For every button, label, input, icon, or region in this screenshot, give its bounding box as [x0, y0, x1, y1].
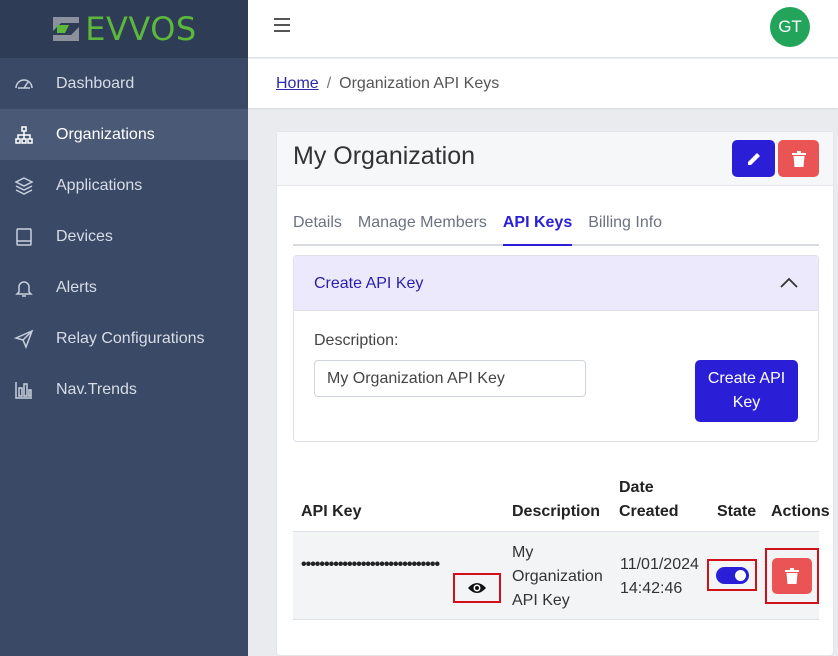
eye-icon: [468, 583, 486, 593]
table-header: API Key Description Date Created State A…: [293, 474, 835, 531]
column-header-date-created: Date Created: [619, 479, 679, 520]
sidebar-item-applications[interactable]: Applications: [0, 160, 248, 211]
tab-api-keys[interactable]: API Keys: [502, 214, 573, 246]
hierarchy-icon: [14, 125, 34, 145]
panel-title: Create API Key: [314, 275, 424, 292]
delete-key-button-wrapper: [765, 548, 819, 604]
send-icon: [14, 329, 34, 349]
edit-organization-button[interactable]: [732, 140, 775, 177]
row-time: 14:42:46: [620, 580, 683, 597]
breadcrumb-separator: /: [326, 75, 332, 92]
sidebar-item-relay-configurations[interactable]: Relay Configurations: [0, 313, 248, 364]
page-title: My Organization: [293, 142, 476, 170]
brand-name: EVVOS: [85, 10, 197, 48]
avatar-initials: GT: [778, 17, 802, 36]
sidebar-item-alerts[interactable]: Alerts: [0, 262, 248, 313]
breadcrumb-current: Organization API Keys: [339, 75, 500, 92]
sidebar-item-dashboard[interactable]: Dashboard: [0, 58, 248, 109]
sidebar-item-nav-trends[interactable]: Nav.Trends: [0, 364, 248, 415]
menu-toggle-icon[interactable]: [274, 18, 290, 34]
masked-api-key: ••••••••••••••••••••••••••••••: [301, 556, 440, 573]
tablet-icon: [14, 227, 34, 247]
delete-api-key-button[interactable]: [772, 558, 812, 594]
key-state-toggle[interactable]: [707, 559, 757, 591]
bell-icon: [14, 278, 34, 298]
brand-logo[interactable]: EVVOS: [51, 10, 196, 48]
sidebar-item-label: Relay Configurations: [56, 329, 205, 347]
sidebar-item-organizations[interactable]: Organizations: [0, 109, 248, 160]
sidebar-item-label: Applications: [56, 176, 143, 194]
delete-organization-button[interactable]: [778, 140, 819, 177]
sidebar-item-label: Alerts: [56, 278, 97, 296]
api-keys-table: API Key Description Date Created State A…: [293, 474, 835, 620]
tab-billing-info[interactable]: Billing Info: [588, 214, 662, 246]
breadcrumb-bar: Home / Organization API Keys: [248, 59, 838, 108]
pencil-icon: [747, 152, 760, 165]
organization-card: My Organization Details Manage Members A…: [276, 131, 834, 656]
description-label: Description:: [314, 332, 399, 349]
row-description: My Organization API Key: [512, 544, 603, 609]
bar-chart-icon: [14, 380, 34, 400]
column-header-actions: Actions: [771, 503, 830, 520]
sidebar-item-label: Dashboard: [56, 74, 135, 92]
toggle-switch: [715, 566, 749, 584]
reveal-key-button[interactable]: [453, 573, 501, 603]
trash-icon: [785, 568, 799, 584]
sidebar: EVVOS Dashboard Organizations Applicatio…: [0, 0, 248, 656]
column-header-api-key: API Key: [301, 503, 362, 520]
column-header-description: Description: [512, 503, 601, 520]
trash-icon: [791, 150, 806, 167]
organization-tabs: Details Manage Members API Keys Billing …: [293, 214, 819, 246]
breadcrumb-home-link[interactable]: Home: [276, 75, 319, 92]
create-api-key-panel: Create API Key Description: Create API K…: [293, 255, 819, 442]
sidebar-item-devices[interactable]: Devices: [0, 211, 248, 262]
layers-icon: [14, 176, 34, 196]
table-row: •••••••••••••••••••••••••••••• My Organi…: [293, 531, 819, 620]
user-avatar[interactable]: GT: [770, 7, 810, 47]
tab-manage-members[interactable]: Manage Members: [358, 214, 487, 246]
speedometer-icon: [14, 74, 34, 94]
create-api-key-panel-header[interactable]: Create API Key: [294, 256, 818, 311]
column-header-state: State: [717, 503, 757, 520]
tab-details[interactable]: Details: [293, 214, 342, 246]
create-api-key-button[interactable]: Create API Key: [695, 360, 798, 422]
top-bar: GT: [248, 0, 838, 58]
description-input[interactable]: [314, 360, 586, 397]
row-date: 11/01/2024: [620, 556, 699, 573]
sidebar-nav: Dashboard Organizations Applications Dev…: [0, 58, 248, 415]
breadcrumb: Home / Organization API Keys: [276, 75, 499, 93]
sidebar-item-label: Organizations: [56, 125, 155, 143]
sidebar-item-label: Nav.Trends: [56, 380, 137, 398]
sidebar-item-label: Devices: [56, 227, 113, 245]
chevron-up-icon: [780, 277, 798, 288]
logo-mark-icon: [53, 17, 80, 41]
logo-bar: EVVOS: [0, 0, 248, 58]
card-header: My Organization: [277, 132, 833, 186]
